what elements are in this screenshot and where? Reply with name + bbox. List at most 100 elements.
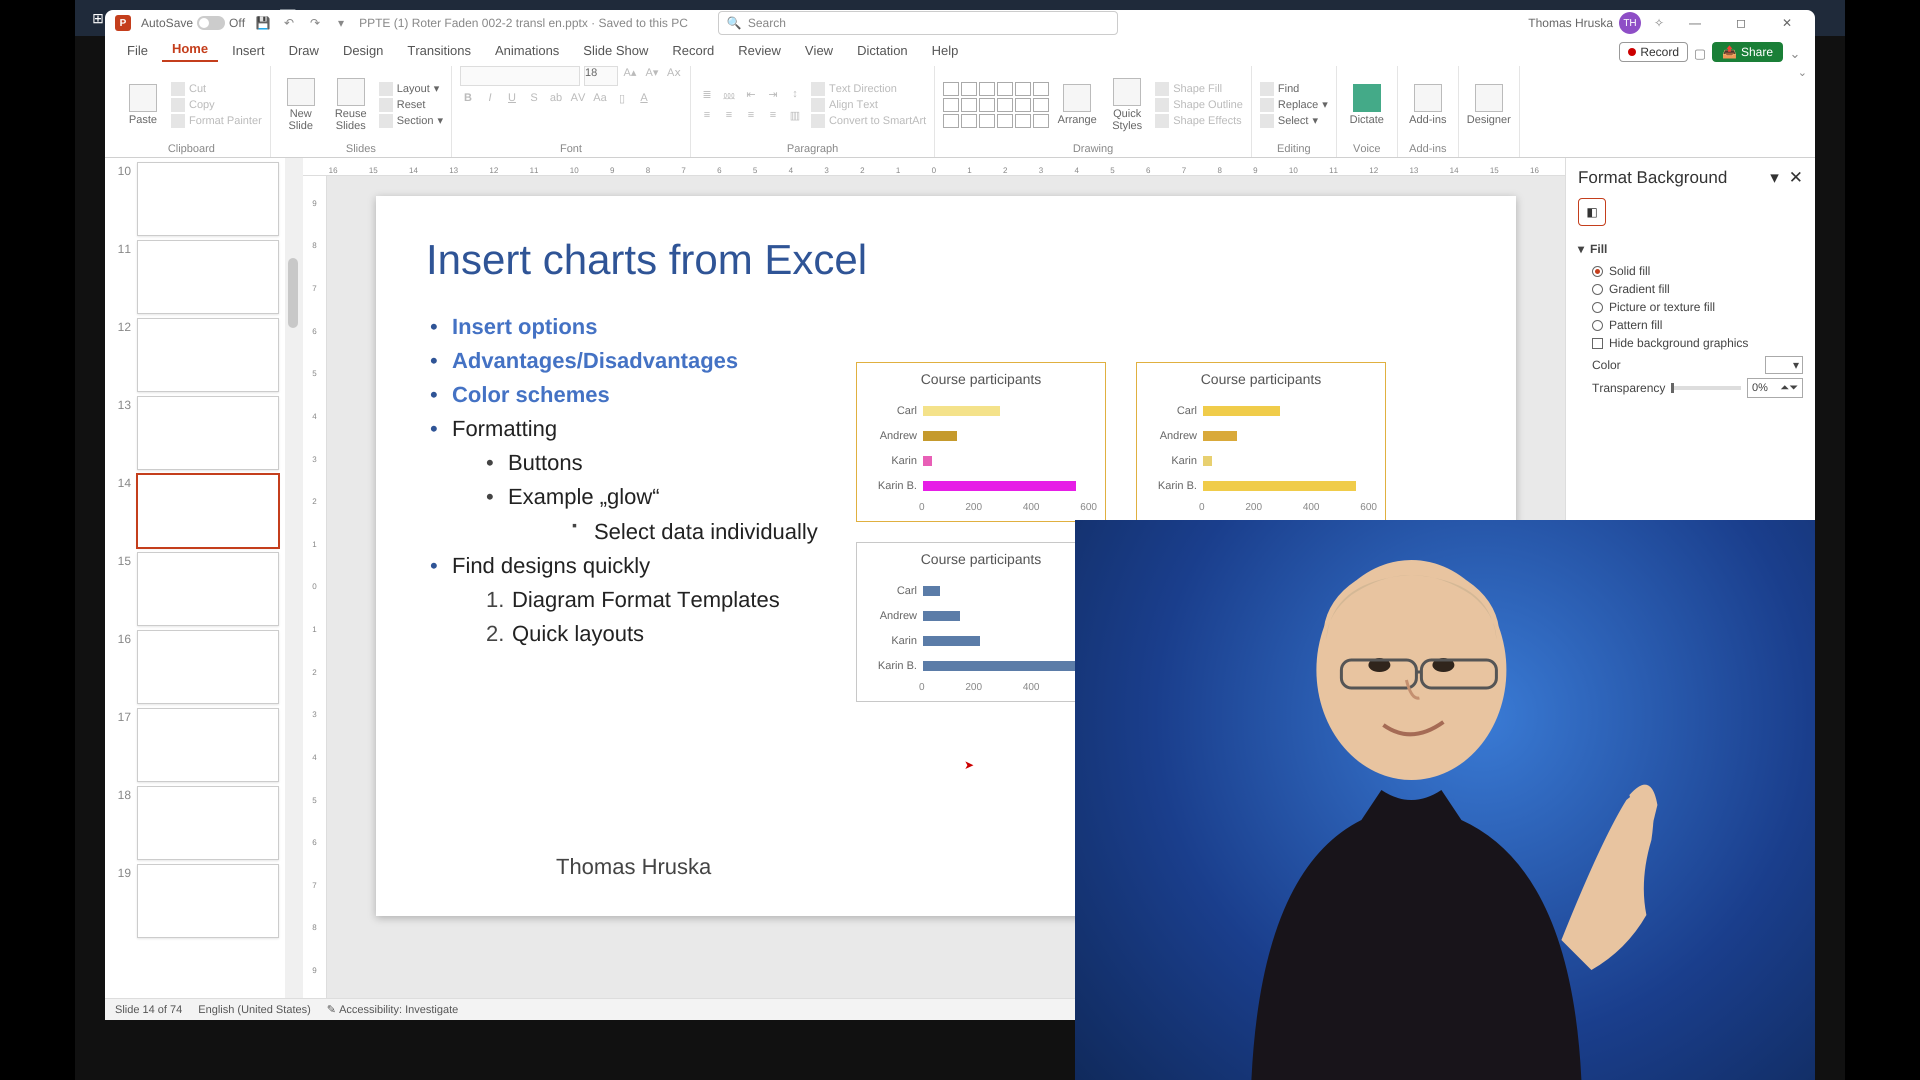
tab-record[interactable]: Record — [662, 39, 724, 62]
slide-thumbnails[interactable]: 10111213141516171819 — [105, 158, 285, 998]
quick-styles-button[interactable]: Quick Styles — [1105, 78, 1149, 132]
font-color-icon[interactable]: A — [636, 92, 652, 105]
section-button[interactable]: Section ▾ — [379, 114, 443, 128]
arrange-button[interactable]: Arrange — [1055, 84, 1099, 126]
thumb-19[interactable] — [137, 864, 279, 938]
replace-button[interactable]: Replace ▾ — [1260, 98, 1328, 112]
radio-solid-fill[interactable]: Solid fill — [1578, 262, 1803, 280]
font-family-input[interactable] — [460, 66, 580, 86]
thumb-15[interactable] — [137, 552, 279, 626]
shadow-icon[interactable]: ab — [548, 92, 564, 105]
search-input[interactable]: 🔍 Search — [718, 11, 1118, 35]
shape-outline-icon[interactable] — [1155, 98, 1169, 112]
spacing-icon[interactable]: AV — [570, 92, 586, 105]
numbering-icon[interactable]: ⅏ — [721, 88, 737, 103]
reset-button[interactable]: Reset — [379, 98, 443, 112]
tab-help[interactable]: Help — [922, 39, 969, 62]
radio-gradient-fill[interactable]: Gradient fill — [1578, 280, 1803, 298]
slide-title[interactable]: Insert charts from Excel — [426, 236, 1466, 284]
ribbon-options-icon[interactable]: ⌄ — [1787, 46, 1803, 62]
line-spacing-icon[interactable]: ↕ — [787, 88, 803, 103]
redo-icon[interactable]: ↷ — [307, 15, 323, 31]
fill-tab-icon[interactable]: ◧ — [1578, 198, 1606, 226]
tab-dictation[interactable]: Dictation — [847, 39, 918, 62]
undo-icon[interactable]: ↶ — [281, 15, 297, 31]
coming-soon-icon[interactable]: ✧ — [1651, 15, 1667, 31]
fill-section-header[interactable]: ▾ Fill — [1578, 242, 1803, 256]
present-icon[interactable]: ▢ — [1692, 46, 1708, 62]
radio-picture-fill[interactable]: Picture or texture fill — [1578, 298, 1803, 316]
shapes-gallery[interactable] — [943, 82, 1049, 128]
tab-home[interactable]: Home — [162, 37, 218, 62]
tab-review[interactable]: Review — [728, 39, 791, 62]
share-button[interactable]: 📤 Share — [1712, 42, 1783, 62]
grow-font-icon[interactable]: A▴ — [622, 66, 638, 86]
tab-transitions[interactable]: Transitions — [397, 39, 481, 62]
thumb-scrollbar[interactable] — [285, 158, 303, 998]
autosave-toggle[interactable]: AutoSave Off — [141, 16, 245, 30]
status-slide[interactable]: Slide 14 of 74 — [115, 1004, 182, 1016]
select-button[interactable]: Select ▾ — [1260, 114, 1328, 128]
layout-button[interactable]: Layout ▾ — [379, 82, 443, 96]
tab-insert[interactable]: Insert — [222, 39, 275, 62]
case-icon[interactable]: Aa — [592, 92, 608, 105]
tab-draw[interactable]: Draw — [279, 39, 329, 62]
tab-design[interactable]: Design — [333, 39, 393, 62]
strike-icon[interactable]: S — [526, 92, 542, 105]
new-slide-button[interactable]: New Slide — [279, 78, 323, 132]
transparency-input[interactable]: 0%⏶⏷ — [1747, 378, 1803, 398]
align-right-icon[interactable]: ≡ — [743, 109, 759, 122]
chart-c1[interactable]: Course participantsCarlAndrewKarinKarin … — [856, 362, 1106, 522]
thumb-12[interactable] — [137, 318, 279, 392]
columns-icon[interactable]: ▥ — [787, 109, 803, 122]
check-hide-bg[interactable]: Hide background graphics — [1578, 334, 1803, 352]
thumb-18[interactable] — [137, 786, 279, 860]
status-lang[interactable]: English (United States) — [198, 1004, 311, 1016]
paste-button[interactable]: Paste — [121, 84, 165, 126]
save-icon[interactable]: 💾 — [255, 15, 271, 31]
maximize-button[interactable]: ◻ — [1723, 16, 1759, 30]
indent-inc-icon[interactable]: ⇥ — [765, 88, 781, 103]
tab-view[interactable]: View — [795, 39, 843, 62]
chart-c3[interactable]: Course participantsCarlAndrewKarinKarin … — [856, 542, 1106, 702]
addins-button[interactable]: Add-ins — [1406, 84, 1450, 126]
toggle-pill[interactable] — [197, 16, 225, 30]
align-text-icon[interactable] — [811, 98, 825, 112]
italic-icon[interactable]: I — [482, 92, 498, 105]
bold-icon[interactable]: B — [460, 92, 476, 105]
find-button[interactable]: Find — [1260, 82, 1328, 96]
pane-options-icon[interactable]: ▾ — [1770, 168, 1779, 187]
tab-file[interactable]: File — [117, 39, 158, 62]
convert-smartart-icon[interactable] — [811, 114, 825, 128]
qat-more-icon[interactable]: ▾ — [333, 15, 349, 31]
reuse-slides-button[interactable]: Reuse Slides — [329, 78, 373, 132]
close-button[interactable]: ✕ — [1769, 16, 1805, 30]
shrink-font-icon[interactable]: A▾ — [644, 66, 660, 86]
justify-icon[interactable]: ≡ — [765, 109, 781, 122]
minimize-button[interactable]: — — [1677, 16, 1713, 30]
indent-dec-icon[interactable]: ⇤ — [743, 88, 759, 103]
user-chip[interactable]: Thomas Hruska TH — [1528, 12, 1641, 34]
color-picker[interactable]: ▾ — [1765, 356, 1803, 374]
collapse-ribbon-icon[interactable]: ⌄ — [1798, 66, 1807, 79]
chart-c2[interactable]: Course participantsCarlAndrewKarinKarin … — [1136, 362, 1386, 522]
bullets-icon[interactable]: ≣ — [699, 88, 715, 103]
thumb-13[interactable] — [137, 396, 279, 470]
font-size-input[interactable]: 18 — [584, 66, 618, 86]
thumb-16[interactable] — [137, 630, 279, 704]
pane-close-icon[interactable]: ✕ — [1789, 168, 1803, 187]
record-button[interactable]: Record — [1619, 42, 1688, 62]
tab-slideshow[interactable]: Slide Show — [573, 39, 658, 62]
dictate-button[interactable]: Dictate — [1345, 84, 1389, 126]
text-direction-icon[interactable] — [811, 82, 825, 96]
align-left-icon[interactable]: ≡ — [699, 109, 715, 122]
status-accessibility[interactable]: ✎ Accessibility: Investigate — [327, 1003, 459, 1016]
thumb-10[interactable] — [137, 162, 279, 236]
underline-icon[interactable]: U — [504, 92, 520, 105]
shape-fill-icon[interactable] — [1155, 82, 1169, 96]
thumb-14[interactable] — [137, 474, 279, 548]
radio-pattern-fill[interactable]: Pattern fill — [1578, 316, 1803, 334]
thumb-17[interactable] — [137, 708, 279, 782]
clear-format-icon[interactable]: Aⅹ — [666, 66, 682, 86]
tab-animations[interactable]: Animations — [485, 39, 569, 62]
